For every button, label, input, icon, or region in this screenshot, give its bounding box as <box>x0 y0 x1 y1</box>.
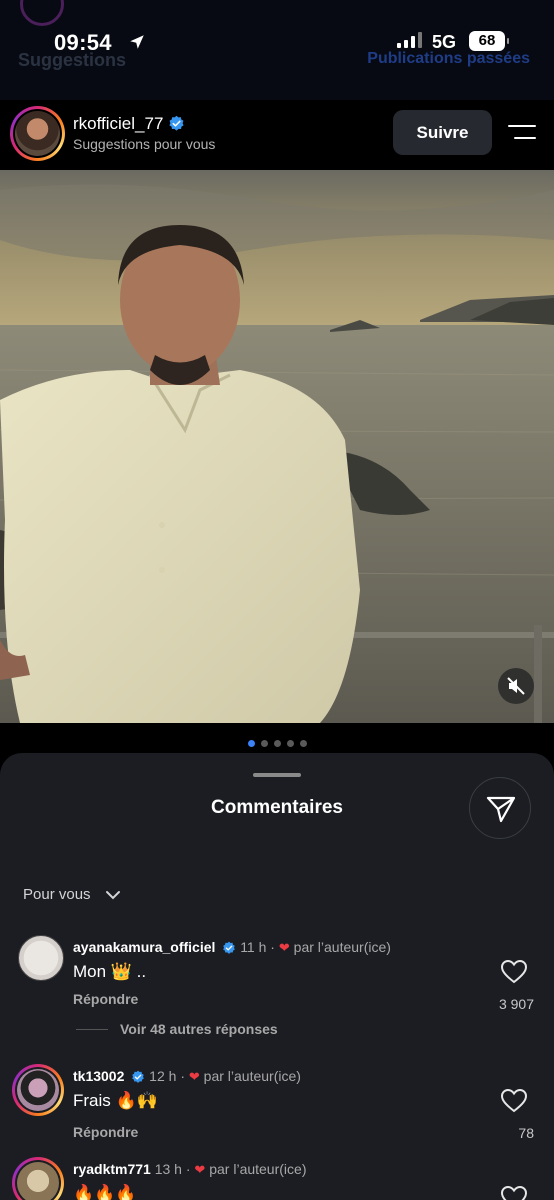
heart-icon[interactable] <box>500 1185 528 1200</box>
comment-time: 11 h <box>240 939 267 955</box>
carousel-dot <box>286 739 294 747</box>
network-type: 5G <box>432 32 457 52</box>
comment-avatar[interactable] <box>18 935 64 981</box>
verified-badge-icon <box>169 115 184 131</box>
share-button[interactable] <box>469 777 531 839</box>
verified-badge-icon <box>223 941 236 954</box>
reply-button[interactable]: Répondre <box>73 991 138 1007</box>
separator-dot: · <box>270 939 275 955</box>
mute-button[interactable] <box>498 668 534 704</box>
location-arrow-icon <box>130 35 144 49</box>
reply-button[interactable]: Répondre <box>73 1124 138 1140</box>
carousel-dot <box>247 739 255 747</box>
like-count: 78 <box>518 1125 534 1141</box>
top-bar: Suggestions Publications passées 09:54 5… <box>0 0 554 100</box>
author-liked-label: par l’auteur(ice) <box>203 1068 301 1084</box>
post-photo-image <box>0 170 554 723</box>
menu-icon[interactable] <box>507 123 537 141</box>
post-header: rkofficiel_77 Suggestions pour vous Suiv… <box>0 100 554 170</box>
comment-header: ryadktm771 13 h · ❤ par l’auteur(ice) <box>73 1161 306 1178</box>
author-liked-label: par l’auteur(ice) <box>293 939 391 955</box>
post-subtitle: Suggestions pour vous <box>73 136 216 152</box>
comment-header: ayanakamura_officiel 11 h · ❤ par l’aute… <box>73 939 391 956</box>
author-heart-icon: ❤ <box>194 1162 206 1177</box>
follow-button[interactable]: Suivre <box>393 110 492 155</box>
carousel-dot <box>299 739 307 747</box>
author-heart-icon: ❤ <box>188 1069 200 1084</box>
speaker-muted-icon <box>507 677 525 695</box>
separator-dot: · <box>185 1161 191 1177</box>
comment-username[interactable]: ryadktm771 <box>73 1161 151 1177</box>
author-username[interactable]: rkofficiel_77 <box>73 114 185 134</box>
comment-time: 13 h <box>154 1161 182 1177</box>
app-logo-icon <box>20 0 64 26</box>
send-icon <box>486 796 516 823</box>
separator-dot: · <box>180 1068 185 1084</box>
comment-text: 🔥🔥🔥 <box>73 1184 137 1200</box>
chevron-down-icon[interactable] <box>105 888 121 902</box>
comment-text: Mon 👑 .. <box>73 962 147 981</box>
verified-badge-icon <box>132 1070 145 1083</box>
replies-divider <box>76 1029 108 1030</box>
carousel-dot <box>273 739 281 747</box>
like-count: 3 907 <box>498 996 534 1012</box>
battery-icon: 68 <box>469 31 509 51</box>
author-avatar[interactable] <box>10 106 65 161</box>
author-username-label[interactable]: rkofficiel_77 <box>73 114 163 133</box>
carousel-dot <box>260 739 268 747</box>
comment-username[interactable]: tk13002 <box>73 1068 124 1084</box>
author-liked-label: par l’auteur(ice) <box>209 1161 307 1177</box>
signal-strength-icon <box>397 32 422 48</box>
author-heart-icon: ❤ <box>278 940 290 955</box>
sheet-drag-handle[interactable] <box>253 773 301 777</box>
comment-username[interactable]: ayanakamura_officiel <box>73 939 215 955</box>
heart-icon[interactable] <box>500 959 528 985</box>
status-time: 09:54 <box>54 30 112 55</box>
sort-selector[interactable]: Pour vous <box>23 886 91 903</box>
comment-time: 12 h <box>149 1068 177 1084</box>
comment-text: Frais 🔥🙌 <box>73 1091 158 1110</box>
comments-sheet: Commentaires Pour vous ayanakamura_offic… <box>0 753 554 1200</box>
heart-icon[interactable] <box>500 1088 528 1114</box>
comment-avatar[interactable] <box>12 1157 64 1200</box>
comment-header: tk13002 12 h · ❤ par l’auteur(ice) <box>73 1068 301 1085</box>
comment-avatar[interactable] <box>12 1064 64 1116</box>
post-photo[interactable] <box>0 170 554 723</box>
view-more-replies-button[interactable]: Voir 48 autres réponses <box>120 1021 278 1037</box>
